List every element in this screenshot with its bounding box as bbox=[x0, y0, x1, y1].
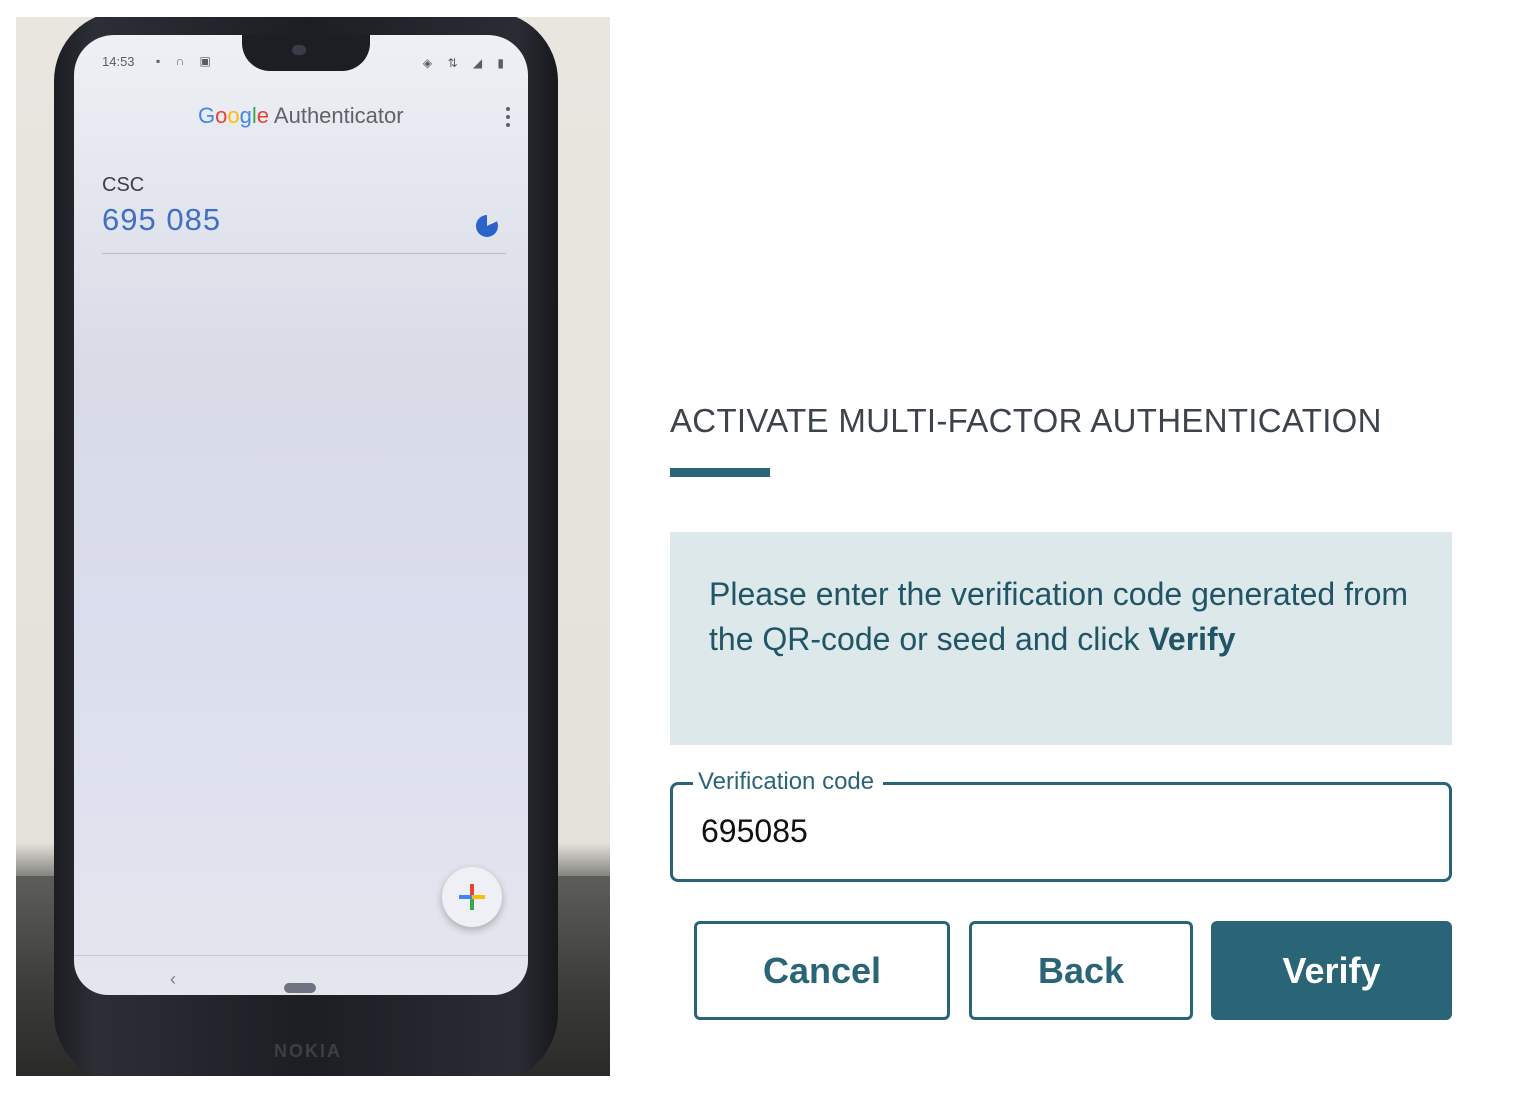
google-logo: Google bbox=[198, 103, 270, 128]
account-name: CSC bbox=[102, 174, 145, 196]
phone-screen: 14:53 ▪ ∩ ▣ ◈ ⇅ ◢ ▮ Google Authenticator… bbox=[74, 35, 528, 995]
phone-notch bbox=[242, 35, 370, 71]
phone-device: 14:53 ▪ ∩ ▣ ◈ ⇅ ◢ ▮ Google Authenticator… bbox=[54, 17, 558, 1076]
verification-code-field[interactable]: Verification code bbox=[670, 767, 1452, 882]
info-text: Please enter the verification code gener… bbox=[709, 576, 1409, 657]
status-time: 14:53 bbox=[102, 54, 135, 69]
more-menu-icon[interactable] bbox=[506, 107, 512, 131]
nav-bar-divider bbox=[74, 955, 528, 956]
list-divider bbox=[102, 253, 506, 254]
camera-icon bbox=[292, 45, 306, 55]
verification-code-label: Verification code bbox=[693, 767, 884, 797]
app-title-product: Authenticator bbox=[273, 103, 404, 128]
cancel-button[interactable]: Cancel bbox=[694, 921, 950, 1020]
signal-battery-icons: ◈ ⇅ ◢ ▮ bbox=[422, 56, 510, 70]
plus-icon bbox=[459, 884, 485, 910]
info-bold-verify: Verify bbox=[1148, 621, 1236, 657]
device-brand: NOKIA bbox=[274, 1041, 342, 1061]
app-title: Google Authenticator bbox=[198, 103, 404, 129]
phone-photo: 14:53 ▪ ∩ ▣ ◈ ⇅ ◢ ▮ Google Authenticator… bbox=[16, 17, 610, 1076]
nav-back-icon[interactable]: ‹ bbox=[170, 969, 176, 990]
back-button[interactable]: Back bbox=[969, 921, 1193, 1020]
notification-icons: ▪ ∩ ▣ bbox=[156, 54, 217, 68]
dialog-title: ACTIVATE MULTI-FACTOR AUTHENTICATION bbox=[670, 402, 1382, 439]
nav-home-pill[interactable] bbox=[284, 983, 316, 993]
otp-code[interactable]: 695 085 bbox=[102, 202, 221, 238]
verify-button[interactable]: Verify bbox=[1211, 921, 1452, 1020]
info-message: Please enter the verification code gener… bbox=[670, 532, 1452, 745]
countdown-timer-icon bbox=[476, 215, 498, 237]
verification-code-input[interactable] bbox=[701, 811, 1401, 851]
add-account-button[interactable] bbox=[442, 867, 502, 927]
title-underline bbox=[670, 468, 770, 477]
